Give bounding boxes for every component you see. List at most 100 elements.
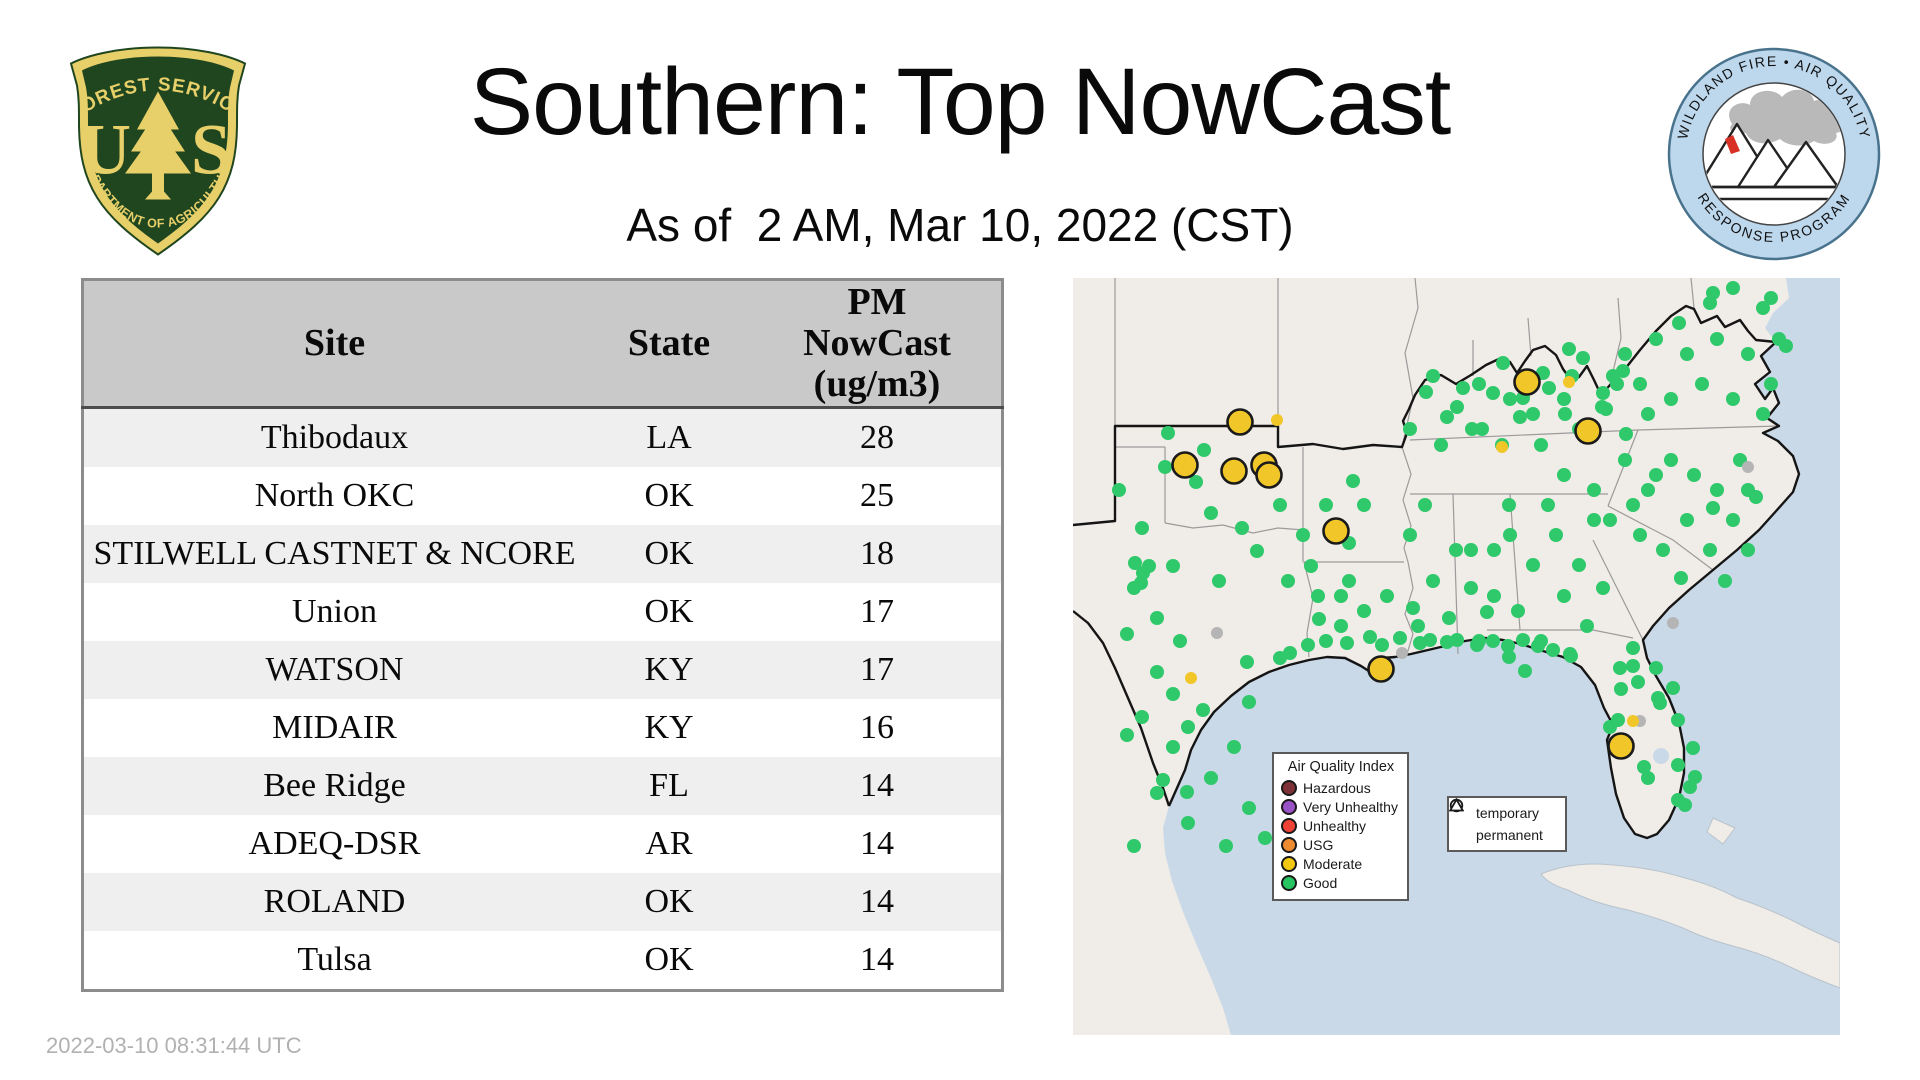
aqi-color-swatch [1281, 836, 1297, 853]
aqi-color-swatch [1281, 874, 1297, 891]
good-site-dot [1150, 665, 1164, 679]
table-cell: OK [644, 535, 694, 572]
good-site-dot [1357, 498, 1371, 512]
good-site-dot [1741, 543, 1755, 557]
table-row: STILWELL CASTNET & NCORE OK 18 [82, 525, 1003, 583]
good-site-dot [1127, 839, 1141, 853]
table-row: Union OK 17 [82, 583, 1003, 641]
good-site-dot [1562, 342, 1576, 356]
aqi-legend-item: Very Unhealthy [1281, 797, 1401, 816]
moderate-site-circle [1322, 517, 1350, 545]
good-site-dot [1703, 543, 1717, 557]
good-site-dot [1542, 381, 1556, 395]
good-site-dot [1418, 498, 1432, 512]
good-site-dot [1158, 460, 1172, 474]
aqi-legend-label: USG [1303, 836, 1334, 853]
moderate-small-dot [1496, 441, 1508, 453]
good-site-dot [1486, 634, 1500, 648]
good-site-dot [1406, 601, 1420, 615]
aqi-legend-label: Good [1303, 874, 1338, 891]
nowcast-table: Site State PM NowCast (ug/m3) Thibodaux L… [81, 278, 1004, 992]
good-site-dot [1393, 631, 1407, 645]
good-site-dot [1672, 316, 1686, 330]
good-site-dot [1319, 498, 1333, 512]
good-site-dot [1726, 392, 1740, 406]
table-cell: 14 [860, 883, 894, 920]
good-site-dot [1641, 771, 1655, 785]
good-site-dot [1557, 392, 1571, 406]
lake-okeechobee [1653, 748, 1669, 764]
good-site-dot [1150, 786, 1164, 800]
moderate-site-circle [1607, 732, 1635, 760]
good-site-dot [1614, 682, 1628, 696]
good-site-dot [1564, 649, 1578, 663]
inactive-site-dot [1742, 461, 1754, 473]
good-site-dot [1603, 720, 1617, 734]
good-site-dot [1513, 410, 1527, 424]
good-site-dot [1541, 498, 1555, 512]
good-site-dot [1180, 785, 1194, 799]
table-row: North OKC OK 25 [82, 467, 1003, 525]
good-site-dot [1181, 720, 1195, 734]
good-site-dot [1633, 377, 1647, 391]
good-site-dot [1242, 801, 1256, 815]
table-cell: 17 [860, 593, 894, 630]
good-site-dot [1603, 513, 1617, 527]
good-site-dot [1363, 630, 1377, 644]
aqi-color-swatch [1281, 855, 1297, 872]
good-site-dot [1631, 675, 1645, 689]
inactive-site-dot [1396, 647, 1408, 659]
good-site-dot [1357, 604, 1371, 618]
good-site-dot [1626, 498, 1640, 512]
table-cell: Bee Ridge [263, 767, 406, 804]
aqi-legend: Air Quality Index Hazardous Very Unhealth… [1272, 752, 1409, 901]
good-site-dot [1686, 741, 1700, 755]
table-cell: OK [644, 883, 694, 920]
table-cell: North OKC [254, 477, 415, 514]
good-site-dot [1756, 301, 1770, 315]
good-site-dot [1197, 443, 1211, 457]
good-site-dot [1619, 427, 1633, 441]
good-site-dot [1557, 468, 1571, 482]
table-row: WATSON KY 17 [82, 641, 1003, 699]
good-site-dot [1649, 661, 1663, 675]
good-site-dot [1580, 619, 1594, 633]
good-site-dot [1641, 407, 1655, 421]
table-row: MIDAIR KY 16 [82, 699, 1003, 757]
good-site-dot [1558, 407, 1572, 421]
good-site-dot [1296, 528, 1310, 542]
good-site-dot [1181, 816, 1195, 830]
good-site-dot [1741, 347, 1755, 361]
aqi-legend-item: Hazardous [1281, 778, 1401, 797]
good-site-dot [1156, 773, 1170, 787]
good-site-dot [1671, 758, 1685, 772]
good-site-dot [1664, 453, 1678, 467]
permanent-row: permanent [1449, 798, 1559, 846]
good-site-dot [1464, 543, 1478, 557]
good-site-dot [1346, 474, 1360, 488]
table-cell: OK [644, 941, 694, 978]
good-site-dot [1486, 386, 1500, 400]
table-row: Bee Ridge FL 14 [82, 757, 1003, 815]
good-site-dot [1227, 740, 1241, 754]
good-site-dot [1511, 604, 1525, 618]
inactive-site-dot [1667, 617, 1679, 629]
table-cell: FL [649, 767, 689, 804]
good-site-dot [1312, 612, 1326, 626]
good-site-dot [1641, 483, 1655, 497]
good-site-dot [1480, 605, 1494, 619]
aqi-legend-title: Air Quality Index [1287, 759, 1395, 775]
column-header-pm-nowcast: PM NowCast (ug/m3) [753, 279, 1003, 409]
good-site-dot [1464, 581, 1478, 595]
good-site-dot [1572, 558, 1586, 572]
moderate-site-circle [1367, 655, 1395, 683]
table-cell: 28 [860, 419, 894, 456]
good-site-dot [1502, 498, 1516, 512]
good-site-dot [1649, 468, 1663, 482]
table-cell: LA [646, 419, 692, 456]
aqi-color-swatch [1281, 779, 1297, 796]
aqi-color-swatch [1281, 817, 1297, 834]
good-site-dot [1710, 332, 1724, 346]
good-site-dot [1112, 483, 1126, 497]
aqi-legend-item: Unhealthy [1281, 816, 1401, 835]
